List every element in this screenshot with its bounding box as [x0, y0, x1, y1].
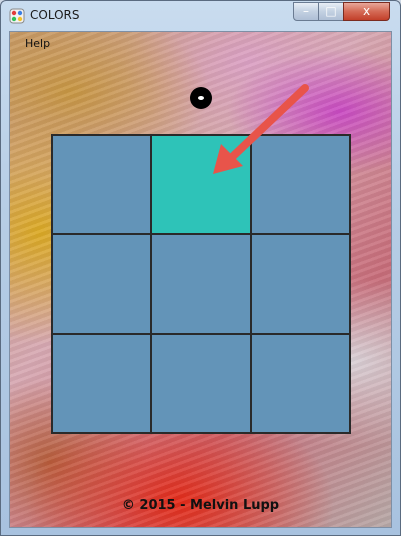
copyright-text: © 2015 - Melvin Lupp — [121, 498, 280, 513]
grid-cell-0-0[interactable] — [52, 135, 152, 235]
maximize-button[interactable]: □ — [318, 2, 344, 21]
minimize-button[interactable]: – — [293, 2, 319, 21]
minimize-icon: – — [303, 4, 309, 18]
close-icon: x — [362, 4, 371, 18]
turn-indicator — [190, 87, 212, 109]
grid-cell-2-1[interactable] — [151, 333, 251, 433]
grid-cell-1-1[interactable] — [151, 234, 251, 334]
game-area: Help © 2015 - Melvin Lupp — [9, 31, 392, 528]
grid-cell-0-1[interactable] — [151, 135, 251, 235]
grid-cell-1-0[interactable] — [52, 234, 152, 334]
window-title: COLORS — [30, 8, 80, 22]
maximize-icon: □ — [325, 4, 337, 18]
grid-cell-2-0[interactable] — [52, 333, 152, 433]
app-icon — [9, 8, 25, 24]
close-button[interactable]: x — [343, 2, 390, 21]
color-grid — [51, 134, 351, 434]
grid-cell-2-2[interactable] — [250, 333, 350, 433]
menu-help[interactable]: Help — [25, 37, 50, 50]
grid-cell-1-2[interactable] — [250, 234, 350, 334]
indicator-center — [198, 96, 204, 100]
title-bar[interactable]: COLORS – □ x — [1, 1, 400, 31]
app-window: COLORS – □ x Help © 2015 - Melvin Lupp — [0, 0, 401, 536]
grid-cell-0-2[interactable] — [250, 135, 350, 235]
